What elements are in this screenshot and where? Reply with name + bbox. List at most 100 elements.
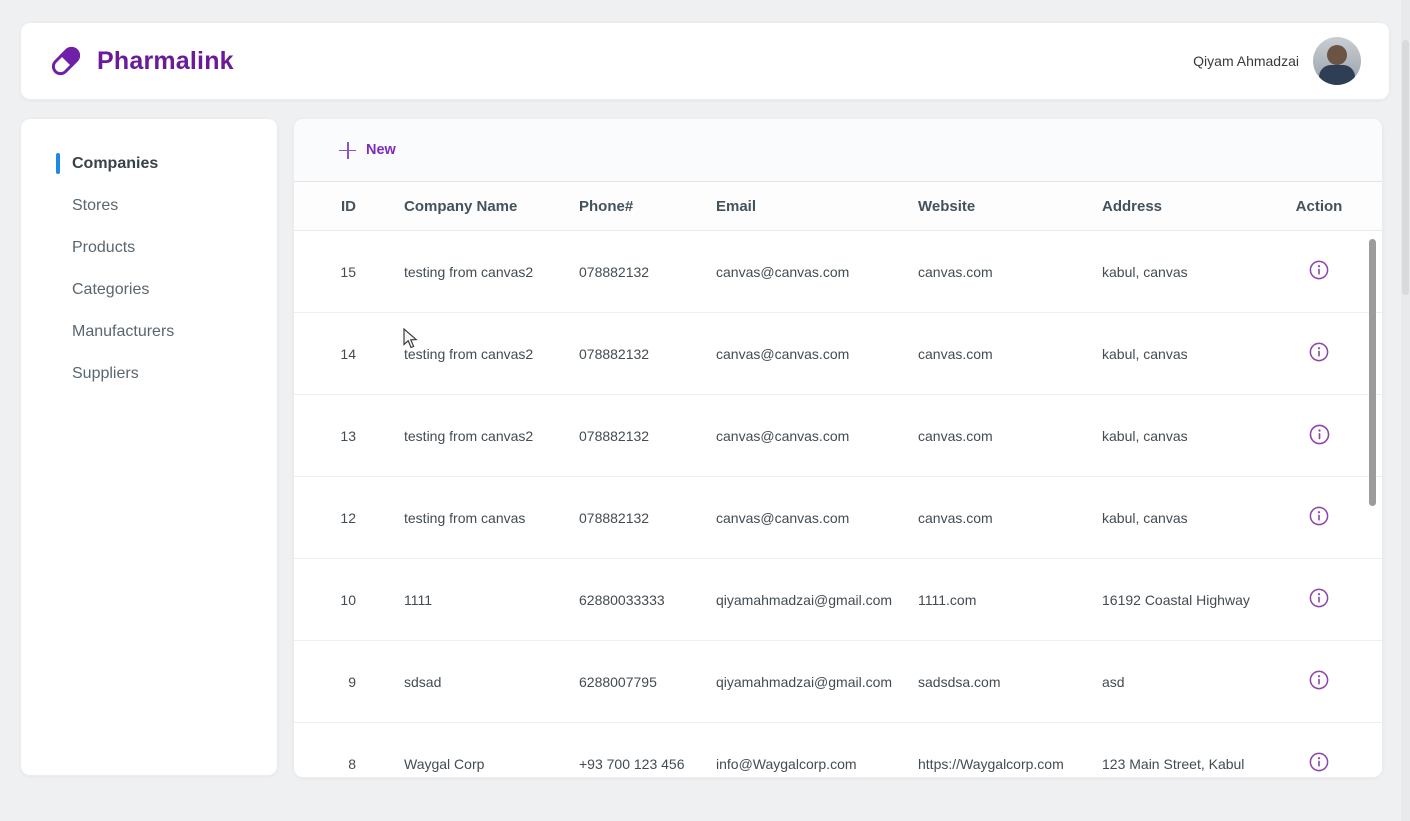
user-name-label: Qiyam Ahmadzai xyxy=(1193,53,1299,69)
sidebar-item-label: Stores xyxy=(72,197,118,215)
avatar-body-shape xyxy=(1319,65,1355,85)
info-icon xyxy=(1309,588,1329,608)
table-scrollbar-thumb[interactable] xyxy=(1369,239,1376,506)
table-row: 12 testing from canvas 078882132 canvas@… xyxy=(294,477,1382,559)
info-icon xyxy=(1309,670,1329,690)
page-scrollbar[interactable] xyxy=(1401,0,1410,821)
cell-company-name: sdsad xyxy=(384,674,569,690)
cell-address: kabul, canvas xyxy=(1092,346,1277,362)
sidebar-item-suppliers[interactable]: Suppliers xyxy=(21,353,277,395)
row-info-button[interactable] xyxy=(1309,260,1329,280)
cell-company-name: testing from canvas2 xyxy=(384,264,569,280)
pill-icon xyxy=(49,44,83,78)
table-toolbar: New xyxy=(294,119,1382,182)
cell-phone: 078882132 xyxy=(569,428,706,444)
row-info-button[interactable] xyxy=(1309,342,1329,362)
info-icon xyxy=(1309,424,1330,445)
cell-address: kabul, canvas xyxy=(1092,264,1277,280)
sidebar-nav: Companies Stores Products Categories Man… xyxy=(20,118,278,776)
column-header-id: ID xyxy=(294,198,384,215)
column-header-phone: Phone# xyxy=(569,198,706,215)
column-header-address: Address xyxy=(1092,198,1277,215)
cell-id: 14 xyxy=(294,346,384,362)
cell-website: https://Waygalcorp.com xyxy=(908,756,1092,772)
cell-email: qiyamahmadzai@gmail.com xyxy=(706,592,908,608)
row-info-button[interactable] xyxy=(1309,670,1329,690)
user-menu[interactable]: Qiyam Ahmadzai xyxy=(1193,37,1361,85)
info-icon xyxy=(1309,752,1329,772)
cell-id: 15 xyxy=(294,264,384,280)
new-company-button[interactable]: New xyxy=(339,142,396,159)
app-header: Pharmalink Qiyam Ahmadzai xyxy=(20,22,1390,100)
sidebar-item-manufacturers[interactable]: Manufacturers xyxy=(21,311,277,353)
cell-address: asd xyxy=(1092,674,1277,690)
page-scrollbar-thumb[interactable] xyxy=(1402,40,1409,295)
cell-company-name: Waygal Corp xyxy=(384,756,569,772)
plus-icon xyxy=(339,142,356,159)
sidebar-item-label: Manufacturers xyxy=(72,323,174,341)
cell-email: info@Waygalcorp.com xyxy=(706,756,908,772)
cell-website: 1111.com xyxy=(908,592,1092,608)
avatar-head-shape xyxy=(1327,45,1347,65)
sidebar-item-companies[interactable]: Companies xyxy=(21,143,277,185)
sidebar-item-label: Suppliers xyxy=(72,365,139,383)
table-row: 15 testing from canvas2 078882132 canvas… xyxy=(294,231,1382,313)
cell-id: 10 xyxy=(294,592,384,608)
cell-website: sadsdsa.com xyxy=(908,674,1092,690)
brand-logo-group[interactable]: Pharmalink xyxy=(49,44,234,78)
cell-address: kabul, canvas xyxy=(1092,428,1277,444)
cell-company-name: testing from canvas2 xyxy=(384,428,569,444)
table-body: 15 testing from canvas2 078882132 canvas… xyxy=(294,231,1382,778)
row-info-button[interactable] xyxy=(1309,506,1329,526)
cell-id: 8 xyxy=(294,756,384,772)
cell-phone: 62880033333 xyxy=(569,592,706,608)
column-header-website: Website xyxy=(908,198,1092,215)
table-row: 13 testing from canvas2 078882132 canvas… xyxy=(294,395,1382,477)
cell-address: kabul, canvas xyxy=(1092,510,1277,526)
sidebar-item-categories[interactable]: Categories xyxy=(21,269,277,311)
cell-id: 12 xyxy=(294,510,384,526)
sidebar-item-label: Companies xyxy=(72,155,158,173)
cell-email: canvas@canvas.com xyxy=(706,346,908,362)
column-header-action: Action xyxy=(1277,198,1361,215)
cell-phone: +93 700 123 456 xyxy=(569,756,706,772)
cell-phone: 078882132 xyxy=(569,264,706,280)
sidebar-item-stores[interactable]: Stores xyxy=(21,185,277,227)
cell-address: 16192 Coastal Highway xyxy=(1092,592,1277,608)
table-row: 10 1111 62880033333 qiyamahmadzai@gmail.… xyxy=(294,559,1382,641)
cell-email: canvas@canvas.com xyxy=(706,510,908,526)
cell-website: canvas.com xyxy=(908,510,1092,526)
sidebar-item-label: Products xyxy=(72,239,135,257)
table-row: 8 Waygal Corp +93 700 123 456 info@Wayga… xyxy=(294,723,1382,778)
row-info-button[interactable] xyxy=(1309,752,1329,772)
table-row: 14 testing from canvas2 078882132 canvas… xyxy=(294,313,1382,395)
cell-email: qiyamahmadzai@gmail.com xyxy=(706,674,908,690)
cell-id: 13 xyxy=(294,428,384,444)
user-avatar[interactable] xyxy=(1313,37,1361,85)
column-header-email: Email xyxy=(706,198,908,215)
sidebar-item-products[interactable]: Products xyxy=(21,227,277,269)
column-header-name: Company Name xyxy=(384,198,569,215)
cell-phone: 6288007795 xyxy=(569,674,706,690)
cell-email: canvas@canvas.com xyxy=(706,264,908,280)
cell-phone: 078882132 xyxy=(569,346,706,362)
info-icon xyxy=(1309,342,1329,362)
row-info-button[interactable] xyxy=(1309,588,1329,608)
sidebar-item-label: Categories xyxy=(72,281,149,299)
active-indicator-bar xyxy=(56,153,60,174)
cell-company-name: testing from canvas2 xyxy=(384,346,569,362)
cell-company-name: 1111 xyxy=(384,592,569,608)
cell-id: 9 xyxy=(294,674,384,690)
cell-address: 123 Main Street, Kabul xyxy=(1092,756,1277,772)
new-button-label: New xyxy=(366,142,396,158)
table-header-row: ID Company Name Phone# Email Website Add… xyxy=(294,182,1382,231)
row-info-button[interactable] xyxy=(1309,424,1330,445)
cell-phone: 078882132 xyxy=(569,510,706,526)
cell-website: canvas.com xyxy=(908,346,1092,362)
table-row: 9 sdsad 6288007795 qiyamahmadzai@gmail.c… xyxy=(294,641,1382,723)
cell-company-name: testing from canvas xyxy=(384,510,569,526)
info-icon xyxy=(1309,506,1329,526)
cell-website: canvas.com xyxy=(908,428,1092,444)
app-title: Pharmalink xyxy=(97,47,234,76)
cell-email: canvas@canvas.com xyxy=(706,428,908,444)
